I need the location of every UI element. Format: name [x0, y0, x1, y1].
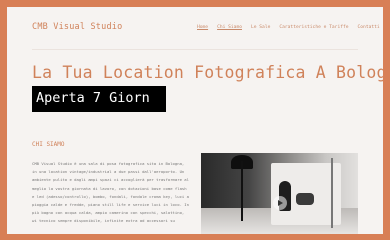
about-line: e led (adesso/controllo), bombo, fondali…: [32, 193, 189, 199]
about-line: meglio la vostra giornata di lavoro, con…: [32, 185, 187, 191]
light-stand: [331, 158, 333, 228]
light-stand: [241, 161, 243, 221]
site-logo[interactable]: CMB Visual Studio: [32, 22, 122, 32]
model-figure: [296, 193, 314, 205]
nav-item-caratteristiche-tariffe[interactable]: Caratteristiche e Tariffe: [279, 25, 348, 30]
header-divider: [32, 49, 358, 50]
about-line: ambiente pulito e dagli ampi spazi ci ac…: [32, 177, 189, 183]
nav-item-le-sale[interactable]: Le Sale: [251, 25, 270, 30]
hero-highlight-box: Aperta 7 Giorn: [32, 86, 166, 112]
hero-title: La Tua Location Fotografica A Bologna: [32, 63, 383, 82]
page-frame: CMB Visual Studio Home Chi Siamo Le Sale…: [7, 7, 383, 234]
about-line: più bagno con acqua calda, ampio camerin…: [32, 210, 185, 216]
site-header: CMB Visual Studio Home Chi Siamo Le Sale…: [7, 7, 383, 47]
about-title: CHI SIAMO: [32, 141, 65, 148]
main-nav: Home Chi Siamo Le Sale Caratteristiche e…: [197, 25, 380, 30]
about-line: pioggia calde e fredde, piano still life…: [32, 202, 189, 208]
play-icon[interactable]: [273, 196, 287, 210]
about-line: in una location vintage/industrial a due…: [32, 169, 185, 175]
about-body: CMB Visual Studio è una sala di posa fot…: [32, 160, 197, 226]
hero-highlight-text: Aperta 7 Giorn: [36, 90, 150, 106]
nav-item-contatti[interactable]: Contatti: [358, 25, 380, 30]
about-line: wi tecnico sempre disponibile, infinite …: [32, 218, 175, 224]
studio-video[interactable]: [201, 153, 358, 234]
about-line: CMB Visual Studio è una sala di posa fot…: [32, 161, 185, 166]
nav-item-chi-siamo[interactable]: Chi Siamo: [217, 25, 242, 30]
nav-item-home[interactable]: Home: [197, 25, 208, 30]
